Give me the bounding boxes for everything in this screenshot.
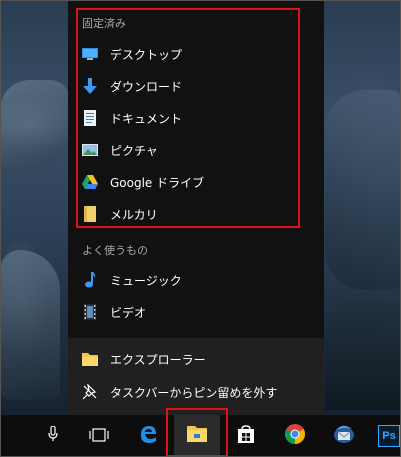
frequent-item-videos[interactable]: ビデオ bbox=[68, 296, 324, 328]
open-explorer-action[interactable]: エクスプローラー bbox=[68, 343, 324, 375]
action-label: タスクバーからピン留めを外す bbox=[110, 385, 278, 400]
folder-icon bbox=[82, 351, 98, 367]
rock-shape bbox=[325, 90, 401, 290]
unpin-from-taskbar-action[interactable]: タスクバーからピン留めを外す bbox=[68, 376, 324, 408]
taskbar-chrome-button[interactable] bbox=[274, 415, 316, 457]
frequent-item-label: ミュージック bbox=[110, 273, 182, 288]
pinned-highlight-box bbox=[76, 8, 300, 228]
music-icon bbox=[82, 272, 98, 288]
video-icon bbox=[82, 304, 98, 320]
thunderbird-icon bbox=[333, 424, 355, 448]
rock-shape bbox=[325, 300, 401, 410]
rock-shape bbox=[0, 80, 70, 170]
taskbar-task-view-button[interactable] bbox=[82, 415, 116, 457]
store-icon bbox=[237, 425, 255, 447]
edge-icon bbox=[138, 424, 158, 448]
taskbar-photoshop-button[interactable]: Ps bbox=[378, 415, 401, 457]
action-label: エクスプローラー bbox=[110, 352, 206, 367]
rock-shape bbox=[0, 250, 60, 400]
jump-list-panel: 固定済み デスクトップ ダウンロード ドキュメント ピクチャ Google ドラ… bbox=[68, 0, 324, 415]
taskbar-edge-button[interactable] bbox=[128, 415, 168, 457]
taskbar-cortana-button[interactable] bbox=[36, 415, 70, 457]
frequent-item-music[interactable]: ミュージック bbox=[68, 264, 324, 296]
photoshop-icon: Ps bbox=[378, 425, 400, 447]
task-view-icon bbox=[89, 427, 109, 446]
frequent-section-title: よく使うもの bbox=[82, 244, 148, 257]
microphone-icon bbox=[48, 425, 58, 446]
unpin-icon bbox=[82, 384, 98, 400]
taskbar-store-button[interactable] bbox=[226, 415, 266, 457]
chrome-icon bbox=[285, 424, 305, 448]
taskbar-thunderbird-button[interactable] bbox=[322, 415, 366, 457]
frequent-item-label: ビデオ bbox=[110, 305, 147, 320]
taskbar-highlight-box bbox=[166, 408, 228, 457]
jump-list-actions: エクスプローラー タスクバーからピン留めを外す bbox=[68, 338, 324, 415]
